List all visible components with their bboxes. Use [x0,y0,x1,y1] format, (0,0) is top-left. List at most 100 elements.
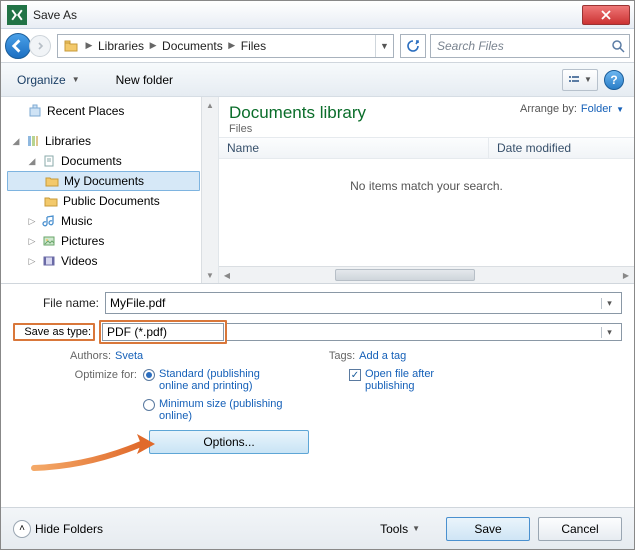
tools-label: Tools [380,522,408,536]
close-button[interactable] [582,5,630,25]
options-button-label: Options... [203,435,254,449]
organize-menu[interactable]: Organize ▼ [11,70,86,90]
nav-tree: Recent Places ◢ Libraries ◢ Documents My… [1,97,219,283]
arrange-by[interactable]: Arrange by: Folder ▼ [520,103,624,115]
footer: ˄ Hide Folders Tools ▼ Save Cancel [1,507,634,549]
optimize-minimum-radio[interactable]: Minimum size (publishing online) [143,398,289,422]
breadcrumb[interactable]: Files [239,39,268,53]
tree-item-pictures[interactable]: ▷ Pictures [7,231,218,251]
save-label: Save [474,522,501,536]
recent-places-icon [27,103,43,119]
folder-icon [43,193,59,209]
search-icon [607,39,629,53]
optimize-standard-radio[interactable]: Standard (publishing online and printing… [143,368,289,392]
expand-icon[interactable]: ▷ [27,236,37,247]
expand-icon[interactable]: ▷ [27,256,37,267]
savetype-select[interactable]: PDF (*.pdf) [102,323,224,341]
hide-folders-label: Hide Folders [35,522,103,536]
save-button[interactable]: Save [446,517,530,541]
forward-button[interactable] [29,35,51,57]
tree-item-my-documents[interactable]: My Documents [7,171,200,191]
open-after-checkbox[interactable]: ✓ Open file after publishing [349,368,465,422]
breadcrumb[interactable]: Documents [160,39,225,53]
radio-icon [143,369,155,381]
content-pane: Documents library Files Arrange by: Fold… [219,97,634,283]
optimize-standard-label: Standard (publishing online and printing… [159,368,289,392]
tree-item-documents[interactable]: ◢ Documents [7,151,218,171]
optimize-label: Optimize for: [63,368,143,422]
view-options-button[interactable]: ▼ [562,69,598,91]
new-folder-button[interactable]: New folder [110,70,179,90]
help-button[interactable]: ? [604,70,624,90]
chevron-right-icon: ▶ [82,40,96,51]
chevron-down-icon: ▼ [72,75,80,84]
radio-icon [143,399,155,411]
address-dropdown[interactable]: ▼ [375,35,393,57]
filename-input[interactable]: MyFile.pdf ▾ [105,292,622,314]
collapse-icon[interactable]: ◢ [27,156,37,167]
tree-item-libraries[interactable]: ◢ Libraries [7,131,218,151]
filename-dropdown[interactable]: ▾ [601,298,617,309]
filename-row: File name: MyFile.pdf ▾ [13,292,622,314]
column-name[interactable]: Name [219,138,489,158]
tree-item-videos[interactable]: ▷ Videos [7,251,218,271]
tags-label: Tags: [323,350,359,362]
tree-item-recent-places[interactable]: Recent Places [7,101,218,121]
music-icon [41,213,57,229]
options-button[interactable]: Options... [149,430,309,454]
cancel-label: Cancel [561,522,598,536]
library-subtitle: Files [229,123,366,135]
column-date[interactable]: Date modified [489,138,579,158]
cancel-button[interactable]: Cancel [538,517,622,541]
tags-value[interactable]: Add a tag [359,350,406,362]
content-h-scrollbar[interactable]: ◀ ▶ [219,266,634,283]
address-bar[interactable]: ▶ Libraries ▶ Documents ▶ Files ▼ [57,34,394,58]
search-placeholder: Search Files [431,39,607,53]
savetype-value: PDF (*.pdf) [107,325,167,339]
tree-label: Public Documents [63,194,160,208]
chevron-up-icon: ˄ [13,520,31,538]
breadcrumb[interactable]: Libraries [96,39,146,53]
tree-label: Recent Places [47,104,124,118]
toolbar: Organize ▼ New folder ▼ ? [1,63,634,97]
videos-icon [41,253,57,269]
tree-item-public-documents[interactable]: Public Documents [7,191,218,211]
search-input[interactable]: Search Files [430,34,630,58]
folder-icon [62,37,80,55]
chevron-right-icon: ▶ [225,40,239,51]
refresh-button[interactable] [400,34,426,58]
list-icon [568,74,580,86]
folder-icon [44,173,60,189]
chevron-right-icon: ▶ [146,40,160,51]
authors-value[interactable]: Sveta [115,350,143,362]
save-as-dialog: Save As ▶ Libraries ▶ Documents ▶ Files … [0,0,635,550]
optimize-minimum-label: Minimum size (publishing online) [159,398,289,422]
tree-label: Videos [61,254,97,268]
excel-icon [7,5,27,25]
checkbox-icon: ✓ [349,369,361,381]
back-button[interactable] [5,33,31,59]
hide-folders-button[interactable]: ˄ Hide Folders [13,520,103,538]
expand-icon[interactable]: ▷ [27,216,37,227]
collapse-icon[interactable]: ◢ [11,136,21,147]
tree-label: Pictures [61,234,104,248]
tree-item-music[interactable]: ▷ Music [7,211,218,231]
library-header: Documents library Files Arrange by: Fold… [219,97,634,137]
savetype-dropdown[interactable]: ▾ [601,327,617,338]
empty-message: No items match your search. [219,159,634,213]
annotation-arrow [29,426,169,476]
body: Recent Places ◢ Libraries ◢ Documents My… [1,97,634,283]
metadata-row: Authors: Sveta Tags: Add a tag [63,350,622,362]
tree-label: Libraries [45,134,91,148]
form-area: File name: MyFile.pdf ▾ Save as type: PD… [1,283,634,464]
chevron-down-icon: ▼ [584,75,592,84]
tree-label: My Documents [64,174,144,188]
new-folder-label: New folder [116,73,173,87]
tree-label: Documents [61,154,122,168]
chevron-down-icon: ▼ [412,524,420,533]
tree-scrollbar[interactable]: ▲ ▼ [201,97,218,283]
tools-menu[interactable]: Tools ▼ [380,522,420,536]
navbar: ▶ Libraries ▶ Documents ▶ Files ▼ Search… [1,29,634,63]
savetype-select-ext[interactable]: ▾ [227,323,622,341]
optimize-block: Optimize for: Standard (publishing onlin… [63,368,622,422]
